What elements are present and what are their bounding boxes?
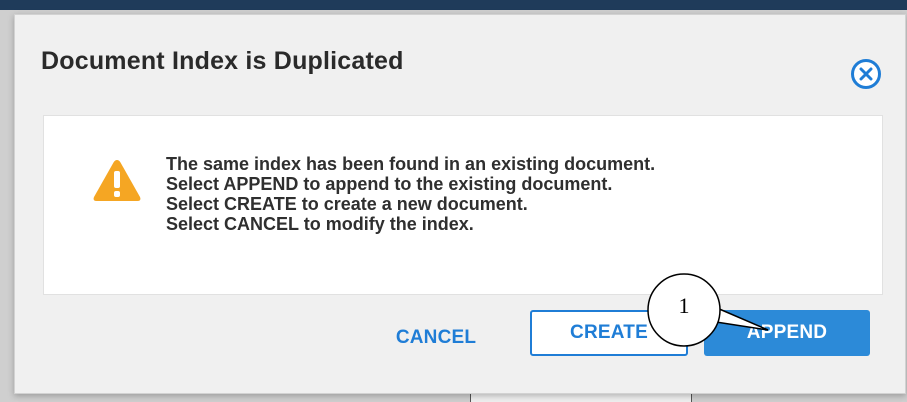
message-text: The same index has been found in an exis… bbox=[166, 154, 655, 234]
message-line: Select CREATE to create a new document. bbox=[166, 194, 528, 214]
cancel-button[interactable]: CANCEL bbox=[386, 320, 486, 356]
dialog-title: Document Index is Duplicated bbox=[41, 47, 404, 75]
callout-number: 1 bbox=[678, 293, 690, 318]
append-button[interactable]: APPEND bbox=[704, 310, 870, 356]
message-panel: The same index has been found in an exis… bbox=[43, 115, 883, 295]
close-button[interactable] bbox=[851, 59, 881, 89]
close-circle-icon bbox=[859, 67, 873, 81]
message-line: Select APPEND to append to the existing … bbox=[166, 174, 613, 194]
message-line: The same index has been found in an exis… bbox=[166, 154, 656, 174]
warning-triangle-icon bbox=[93, 160, 141, 201]
background-header bbox=[0, 0, 907, 10]
message-line: Select CANCEL to modify the index. bbox=[166, 214, 474, 234]
screen: Document Index is Duplicated The same in… bbox=[0, 0, 907, 402]
